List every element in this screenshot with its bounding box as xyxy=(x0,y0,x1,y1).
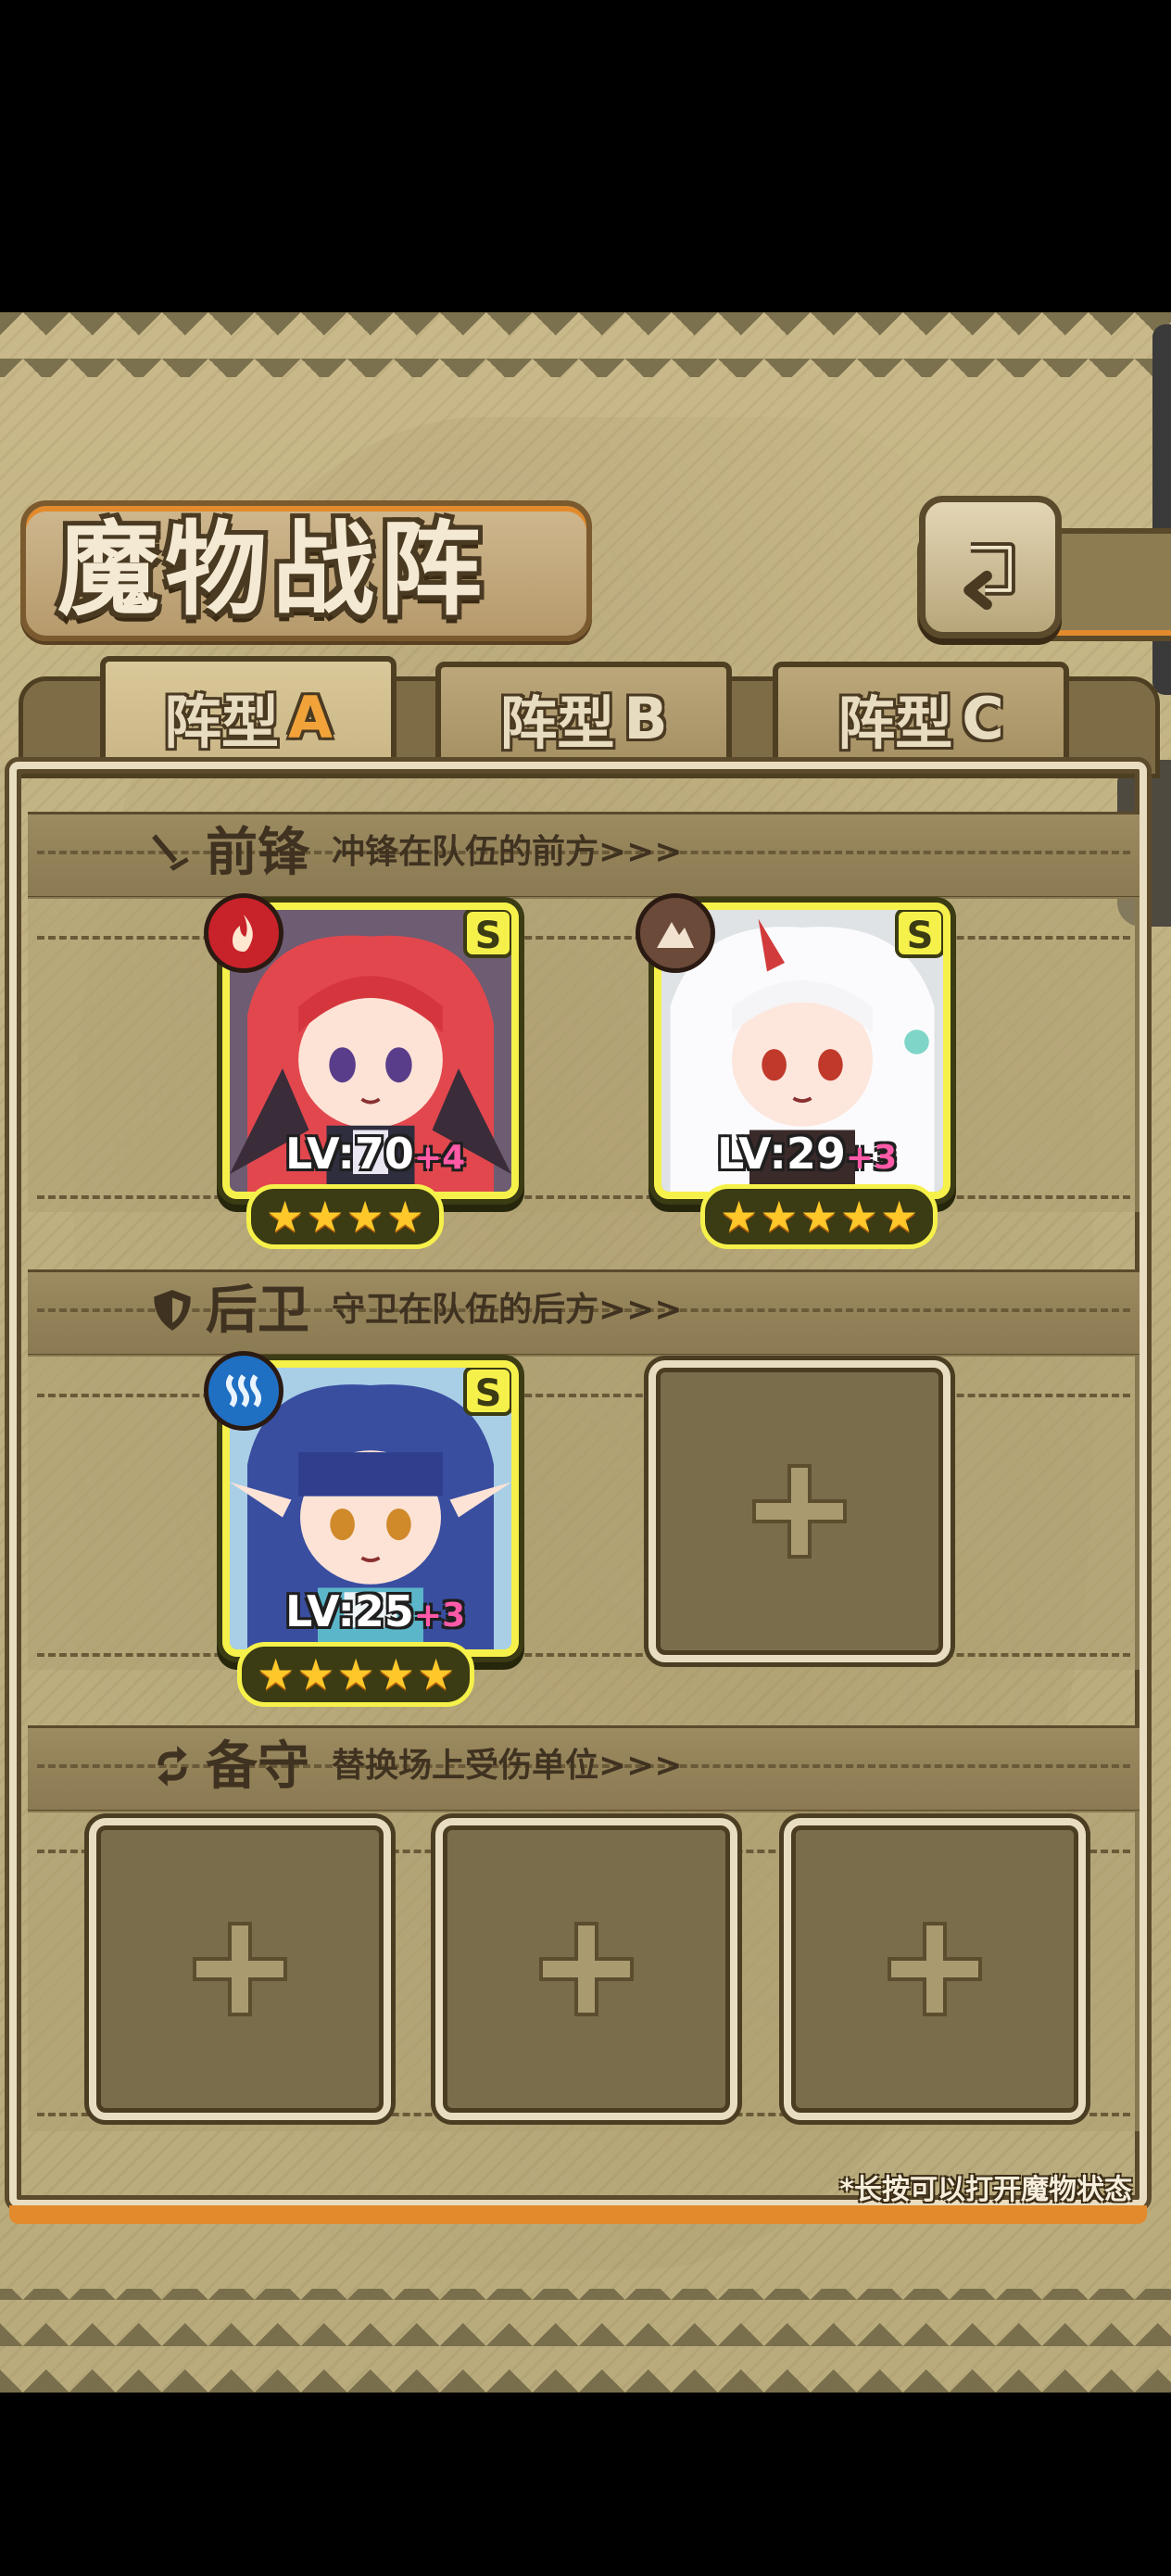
empty-slot-reserve-1[interactable] xyxy=(89,1818,391,2120)
level-bonus: +3 xyxy=(413,1597,466,1635)
page-title: 魔物战阵 xyxy=(57,510,487,629)
tab-label: 阵型 xyxy=(499,689,615,757)
section-description: 冲锋在队伍的前方>>> xyxy=(332,833,683,871)
star-icon: ★ xyxy=(760,1192,799,1242)
shield-icon xyxy=(154,1290,191,1331)
long-press-hint: *长按可以打开魔物状态 xyxy=(839,2174,1132,2206)
empty-slot-reserve-3[interactable] xyxy=(784,1818,1086,2120)
plus-icon xyxy=(888,1922,982,2016)
tab-label: 阵型 xyxy=(837,689,953,757)
divider xyxy=(37,1195,1130,1199)
bottom-border-decoration xyxy=(0,2289,1171,2393)
plus-icon xyxy=(539,1922,634,2016)
earth-icon xyxy=(636,893,715,973)
star-icon: ★ xyxy=(336,1649,375,1699)
star-icon: ★ xyxy=(839,1192,878,1242)
star-icon: ★ xyxy=(266,1192,305,1242)
return-arrow-icon xyxy=(963,542,1015,611)
level-text: LV:25 xyxy=(285,1586,414,1636)
tab-suffix: C xyxy=(962,684,1004,752)
divider xyxy=(37,1653,1130,1657)
star-icon: ★ xyxy=(296,1649,335,1699)
empty-slot-rearguard-2[interactable] xyxy=(648,1360,951,1662)
water-icon xyxy=(204,1351,283,1431)
star-icon: ★ xyxy=(417,1649,456,1699)
star-icon: ★ xyxy=(257,1649,296,1699)
reserve-title: 备守 替换场上受伤单位>>> xyxy=(148,1725,683,1807)
rank-badge: S xyxy=(463,1368,511,1416)
rearguard-title: 后卫 守卫在队伍的后方>>> xyxy=(148,1269,683,1351)
star-rating: ★ ★ ★ ★ ★ xyxy=(237,1642,475,1707)
tab-suffix: B xyxy=(623,684,668,752)
empty-slot-reserve-2[interactable] xyxy=(435,1818,737,2120)
divider xyxy=(37,1394,1130,1397)
star-icon: ★ xyxy=(385,1192,424,1242)
vanguard-row xyxy=(28,897,1140,1212)
vanguard-title: 前锋 冲锋在队伍的前方>>> xyxy=(148,812,683,893)
star-icon: ★ xyxy=(306,1192,345,1242)
section-name: 备守 xyxy=(206,1736,309,1797)
section-description: 守卫在队伍的后方>>> xyxy=(332,1291,683,1329)
divider xyxy=(37,936,1130,940)
star-icon: ★ xyxy=(720,1192,759,1242)
tab-formation-c[interactable]: 阵型 C xyxy=(773,662,1069,775)
tab-formation-b[interactable]: 阵型 B xyxy=(435,662,732,775)
rearguard-row xyxy=(28,1355,1140,1670)
tab-formation-a[interactable]: 阵型 A xyxy=(100,656,397,778)
top-border-decoration xyxy=(0,312,1171,377)
level-bonus: +3 xyxy=(845,1139,898,1177)
section-name: 后卫 xyxy=(206,1280,309,1341)
section-description: 替换场上受伤单位>>> xyxy=(332,1747,683,1785)
star-rating: ★ ★ ★ ★ xyxy=(246,1184,444,1249)
plus-icon xyxy=(193,1922,287,2016)
fire-icon xyxy=(204,893,283,973)
monster-level: LV:25+3 xyxy=(285,1586,465,1636)
swap-icon xyxy=(157,1746,187,1787)
level-bonus: +4 xyxy=(413,1139,466,1177)
rank-badge: S xyxy=(895,910,943,958)
monster-level: LV:70+4 xyxy=(285,1129,465,1179)
section-name: 前锋 xyxy=(206,822,309,883)
star-icon: ★ xyxy=(346,1192,384,1242)
star-icon: ★ xyxy=(800,1192,838,1242)
plus-icon xyxy=(752,1464,847,1559)
sword-icon xyxy=(152,834,189,871)
monster-level: LV:29+3 xyxy=(717,1129,897,1179)
rank-badge: S xyxy=(463,910,511,958)
frame-bottom-accent xyxy=(9,2205,1147,2224)
star-icon: ★ xyxy=(376,1649,415,1699)
star-rating: ★ ★ ★ ★ ★ xyxy=(700,1184,938,1249)
back-button[interactable] xyxy=(919,496,1062,638)
tab-suffix: A xyxy=(288,683,333,751)
tab-label: 阵型 xyxy=(164,688,280,756)
level-text: LV:70 xyxy=(285,1129,414,1179)
level-text: LV:29 xyxy=(717,1129,846,1179)
star-icon: ★ xyxy=(880,1192,919,1242)
